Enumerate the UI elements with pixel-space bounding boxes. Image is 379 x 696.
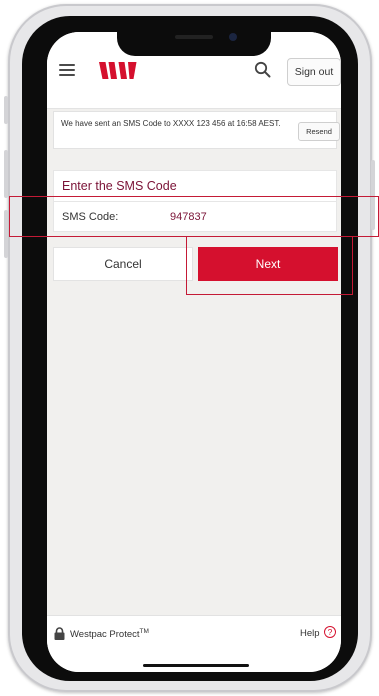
phone-volume-up-button [4, 150, 8, 198]
phone-notch [117, 32, 271, 56]
phone-screen: Sign out We have sent an SMS Code to XXX… [47, 32, 341, 672]
next-button-highlight-box [186, 236, 353, 295]
search-icon[interactable] [254, 61, 271, 83]
home-indicator [143, 664, 249, 667]
westpac-protect-link[interactable]: Westpac ProtectTM [70, 628, 149, 640]
lock-icon [54, 627, 65, 645]
phone-side-button [4, 96, 8, 124]
sms-sent-message: We have sent an SMS Code to XXXX 123 456… [61, 119, 281, 128]
cancel-button[interactable]: Cancel [53, 247, 193, 281]
westpac-logo-icon[interactable] [99, 62, 137, 84]
sign-out-button[interactable]: Sign out [287, 58, 341, 86]
phone-volume-down-button [4, 210, 8, 258]
trademark-sup: TM [139, 628, 149, 635]
hamburger-menu-icon[interactable] [59, 64, 75, 77]
sms-code-title: Enter the SMS Code [62, 179, 177, 193]
sms-code-highlight-box [9, 196, 379, 237]
help-icon[interactable]: ? [324, 626, 336, 638]
westpac-protect-label: Westpac Protect [70, 629, 140, 641]
help-link[interactable]: Help [300, 628, 320, 639]
front-camera [229, 33, 237, 41]
resend-button[interactable]: Resend [298, 122, 340, 141]
sms-sent-notice: We have sent an SMS Code to XXXX 123 456… [53, 111, 340, 149]
speaker-grille [175, 35, 213, 39]
